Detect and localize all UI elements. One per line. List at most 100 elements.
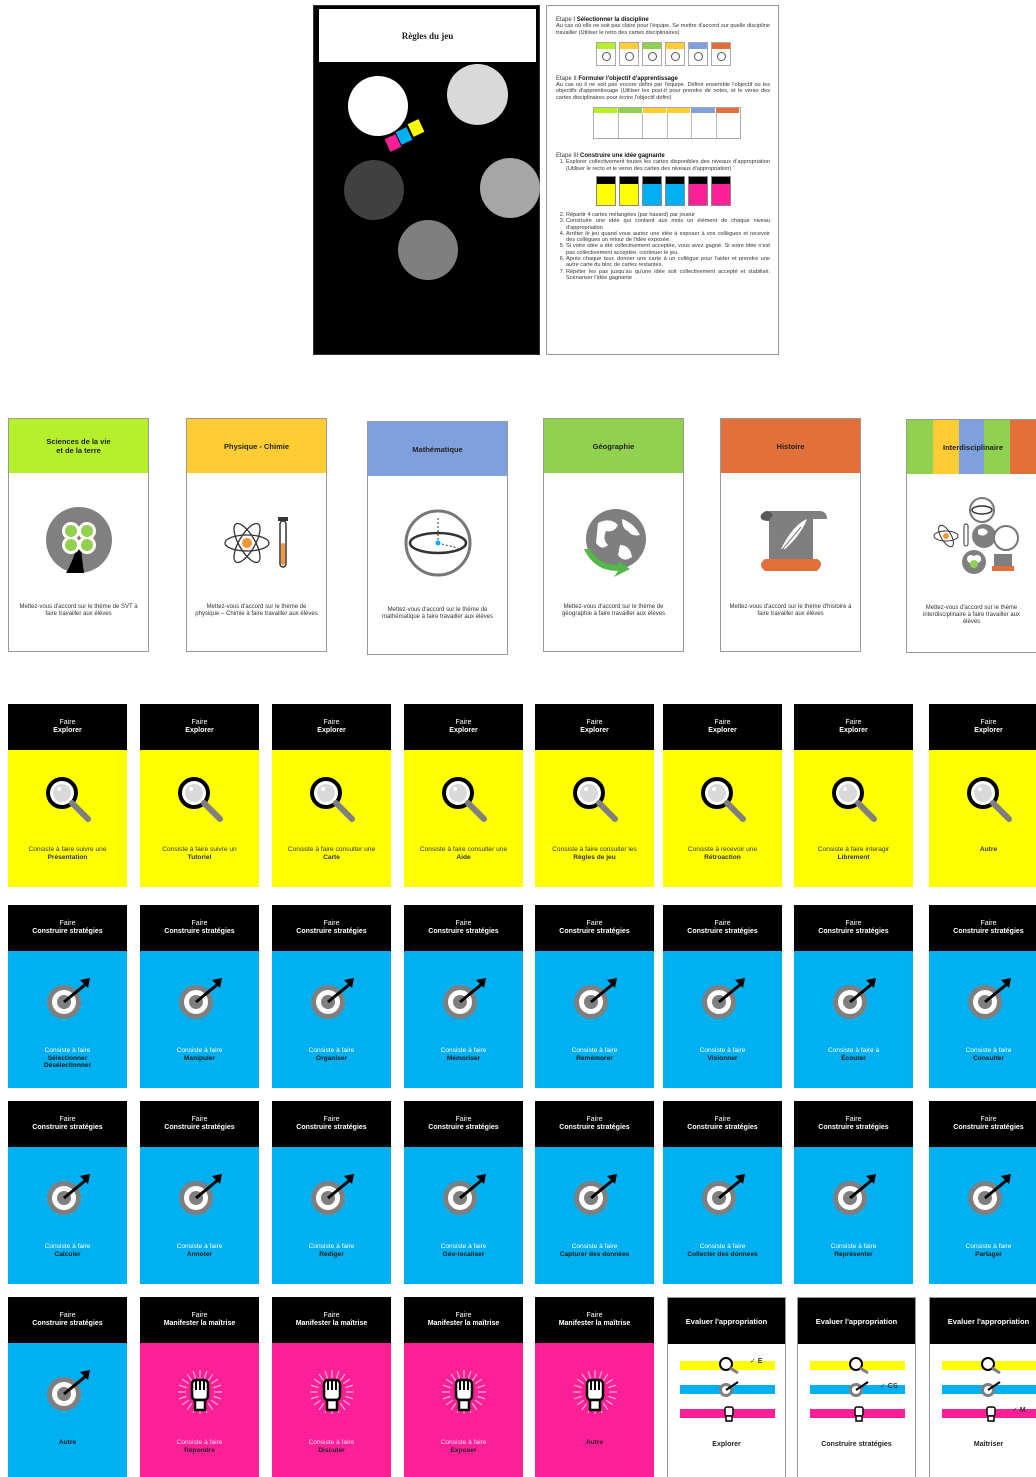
card-body: Consiste à faire Rédiger: [272, 1147, 391, 1284]
card-body: Consiste à faire Exposer: [404, 1343, 523, 1477]
raised-fist-icon: [850, 1404, 868, 1427]
card-header-label: Construire stratégies: [687, 928, 758, 935]
card-description: Consiste à faire Consulter: [933, 1047, 1036, 1062]
activity-card-strategies: Faire Construire stratégies Autre: [8, 1297, 127, 1477]
card-header: Faire Construire stratégies: [663, 1101, 782, 1147]
card-header-faire: Faire: [59, 919, 76, 927]
card-header-faire: Faire: [586, 919, 603, 927]
card-description-prefix: Consiste à faire: [308, 1243, 355, 1250]
raised-fist-icon: [140, 1368, 259, 1414]
white-circle: [348, 76, 408, 136]
discipline-card-mathematique: Mathématique Mettez-vous d'accord sur le…: [367, 421, 508, 655]
discipline-card-svt: Sciences de la vie et de la terre Mettez…: [8, 418, 149, 652]
evaluation-card: Evaluer l'appropriation ✓ M Maîtriser: [929, 1297, 1036, 1477]
card-description-prefix: Consiste à faire: [699, 1243, 746, 1250]
card-header-faire: Faire: [191, 718, 208, 726]
card-header-label: Explorer: [317, 727, 346, 734]
activity-card-explorer: Faire Explorer Consiste à faire consulter …: [404, 704, 523, 887]
card-description: Consiste à faire Géo-localiser: [408, 1243, 519, 1258]
card-header-label: Explorer: [449, 727, 478, 734]
card-header-label: Construire stratégies: [296, 1124, 367, 1131]
target-icon: [8, 1172, 127, 1216]
card-description: Consiste à faire Partager: [933, 1243, 1036, 1258]
card-description-prefix: Consiste à faire suivre un: [162, 846, 237, 853]
dark-gray-circle: [344, 160, 404, 220]
card-header: Faire Manifester la maîtrise: [404, 1297, 523, 1343]
card-description-keyword: Sélectionner Désélectionner: [43, 1054, 92, 1070]
card-description-keyword: Répondre: [184, 1446, 215, 1454]
evaluation-card: Evaluer l'appropriation ✓ CS Construire st…: [797, 1297, 916, 1477]
card-header: Faire Construire stratégies: [535, 1101, 654, 1147]
card-header-faire: Faire: [845, 1115, 862, 1123]
step1-text: Au cas où elle ne soit pas claire pour l…: [556, 23, 770, 36]
card-description-keyword: Mémoriser: [446, 1054, 481, 1062]
raised-fist-icon: [720, 1404, 738, 1427]
magnifier-icon: [140, 775, 259, 822]
card-header: Faire Construire stratégies: [929, 1101, 1036, 1147]
evaluation-checkmark: ✓ CS: [880, 1383, 898, 1390]
card-description-keyword: Règles de jeu: [573, 853, 616, 861]
card-header: Faire Construire stratégies: [794, 1101, 913, 1147]
card-description: Consiste à faire interagir Librement: [798, 846, 909, 861]
card-header-label: Construire stratégies: [428, 1124, 499, 1131]
card-header-label: Construire stratégies: [953, 928, 1024, 935]
card-description-keyword: Visionner: [707, 1054, 738, 1062]
thumbnail-card: [595, 175, 616, 206]
discipline-title: Sciences de la vie et de la terre: [9, 419, 148, 473]
discipline-card-geographie: Géographie Mettez-vous d'accord sur le t…: [543, 418, 684, 652]
activity-card-strategies: Faire Construire stratégies Consiste à fai…: [794, 905, 913, 1088]
mid-gray-circle: [480, 158, 540, 218]
activity-card-strategies: Faire Construire stratégies Consiste à fai…: [663, 1101, 782, 1284]
card-description-prefix: Consiste à faire: [830, 1243, 877, 1250]
card-description-keyword: Capturer des données: [559, 1250, 630, 1258]
card-header-label: Construire stratégies: [296, 928, 367, 935]
activity-card-strategies: Faire Construire stratégies Consiste à fai…: [404, 905, 523, 1088]
card-description: Consiste à faire suivre un Tutoriel: [144, 846, 255, 861]
card-description-keyword: Autre: [585, 1439, 604, 1446]
plant-icon: [9, 505, 148, 575]
card-body: Consiste à faire Organiser: [272, 951, 391, 1088]
card-header-label: Manifester la maîtrise: [558, 1320, 631, 1327]
card-description: Consiste à faire Manipuler: [144, 1047, 255, 1062]
card-header-label: Construire stratégies: [32, 928, 103, 935]
card-description: Consiste à faire Collecter des données: [667, 1243, 778, 1258]
activity-card-strategies: Faire Construire stratégies Consiste à fai…: [535, 905, 654, 1088]
target-icon: [535, 976, 654, 1020]
activity-card-strategies: Faire Construire stratégies Consiste à fai…: [929, 1101, 1036, 1284]
card-header-label: Explorer: [185, 727, 214, 734]
card-header-label: Explorer: [53, 727, 82, 734]
card-description-prefix: Consiste à faire: [308, 1439, 355, 1446]
card-header: Faire Explorer: [8, 704, 127, 750]
target-icon: [404, 976, 523, 1020]
raised-fist-icon: [404, 1368, 523, 1414]
card-body: Consiste à faire Représenter: [794, 1147, 913, 1284]
card-description-prefix: Consiste à faire: [44, 1047, 91, 1054]
appropriation-thumbnails: [556, 175, 770, 206]
thumbnail-card: [641, 41, 662, 66]
activity-card-strategies: Faire Construire stratégies Consiste à fai…: [272, 905, 391, 1088]
target-icon: [8, 1368, 127, 1412]
card-description-keyword: Représenter: [834, 1250, 873, 1258]
card-description-prefix: Consiste à faire: [965, 1243, 1012, 1250]
discipline-thumbnails: [556, 41, 770, 66]
gray-circle: [398, 220, 458, 280]
card-header-label: Construire stratégies: [164, 1124, 235, 1131]
step2-prefix: Etape II: [556, 75, 577, 82]
card-header-faire: Faire: [586, 1115, 603, 1123]
card-header-faire: Faire: [714, 919, 731, 927]
card-header-faire: Faire: [455, 1115, 472, 1123]
card-header: Faire Construire stratégies: [272, 905, 391, 951]
card-body: Consiste à faire Discuter: [272, 1343, 391, 1477]
magnifier-icon: [794, 775, 913, 822]
card-description: Consiste à faire Organiser: [276, 1047, 387, 1062]
thumbnail-card: [595, 41, 616, 66]
activity-card-explorer: Faire Explorer Consiste à faire suivre une…: [8, 704, 127, 887]
activity-card-maitrise: Faire Manifester la maîtrise Consiste à fa…: [140, 1297, 259, 1477]
magnifier-icon: [663, 775, 782, 822]
card-description: Consiste à faire consulter les Règles de …: [539, 846, 650, 861]
target-icon: [272, 1172, 391, 1216]
card-description-keyword: Organiser: [315, 1054, 348, 1062]
magnifier-icon: [980, 1356, 1002, 1379]
activity-card-strategies: Faire Construire stratégies Consiste à fai…: [929, 905, 1036, 1088]
card-description: Consiste à faire Visionner: [667, 1047, 778, 1062]
